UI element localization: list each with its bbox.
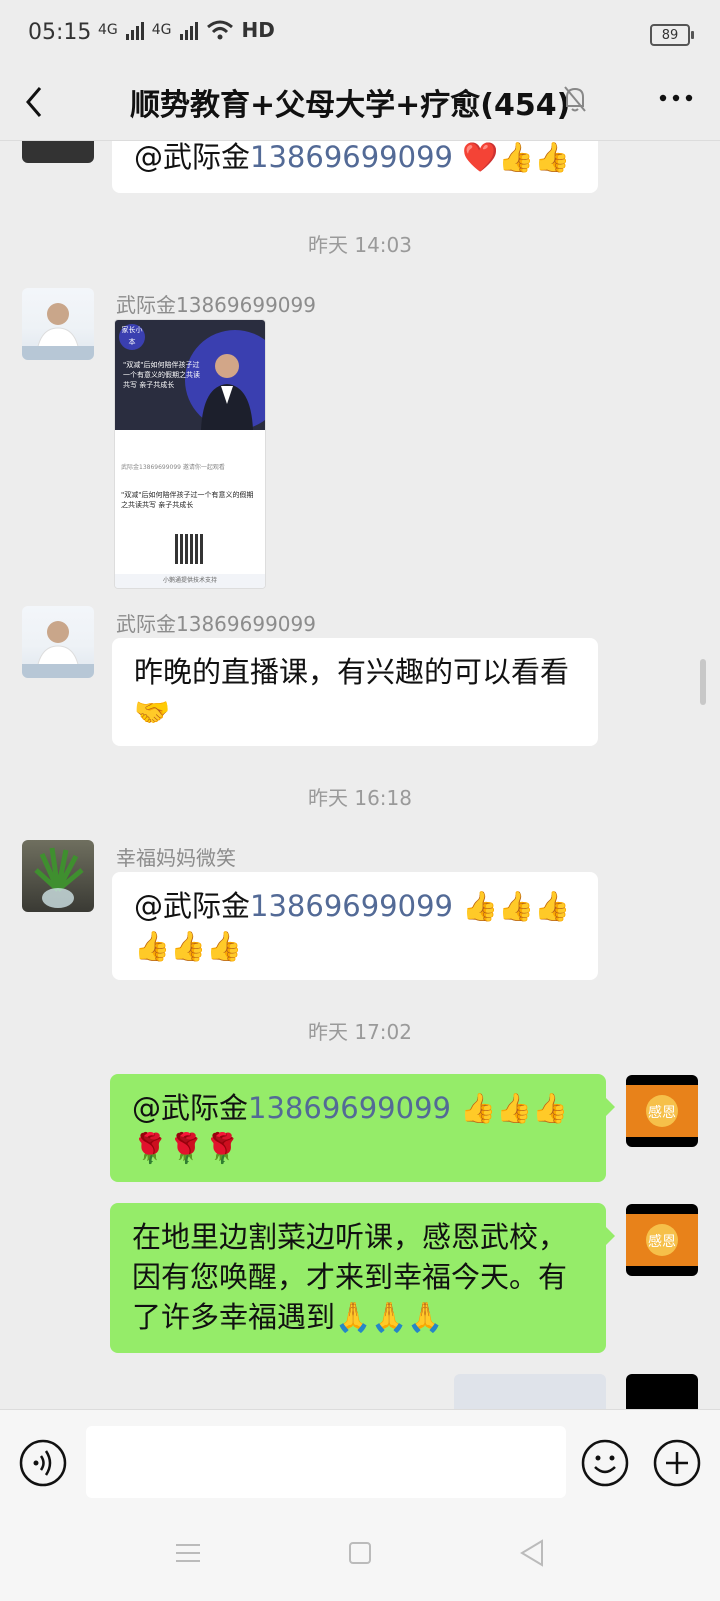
- avatar[interactable]: [22, 840, 94, 912]
- card-title: "双减"后如何陪伴孩子过一个有意义的假期之共读共写 亲子共成长: [123, 361, 200, 389]
- mention-phone[interactable]: 13869699099: [248, 1091, 451, 1125]
- message-bubble[interactable]: @武际金13869699099 👍👍👍👍👍👍: [112, 872, 598, 980]
- timestamp: 昨天 14:03: [308, 233, 412, 257]
- sender-name: 幸福妈妈微笑: [116, 846, 236, 870]
- qr-code: [175, 534, 205, 564]
- card-tag: 家长小本: [119, 324, 145, 350]
- card-footer: 小鹅通提供技术支持: [115, 574, 265, 588]
- page-title: 顺势教育+父母大学+疗愈(454): [130, 88, 571, 123]
- message-text: 昨晚的直播课，有兴趣的可以看看🤝: [134, 655, 570, 729]
- wifi-icon: [206, 20, 233, 40]
- timestamp: 昨天 17:02: [308, 1020, 412, 1044]
- hd-label: HD: [241, 18, 275, 42]
- avatar[interactable]: [22, 288, 94, 360]
- card-person-photo: [201, 354, 253, 430]
- sender-name: 武际金13869699099: [116, 293, 316, 317]
- battery-level: 89: [661, 27, 679, 43]
- self-avatar-text: 感恩: [648, 1233, 676, 1250]
- message-bubble[interactable]: 昨晚的直播课，有兴趣的可以看看🤝: [112, 638, 598, 746]
- message-input[interactable]: [86, 1426, 566, 1498]
- signal-icon: [125, 20, 144, 40]
- home-icon[interactable]: [348, 1541, 372, 1565]
- card-banner: 家长小本 "双减"后如何陪伴孩子过一个有意义的假期之共读共写 亲子共成长: [115, 320, 265, 430]
- chevron-left-icon[interactable]: [20, 84, 50, 120]
- self-avatar[interactable]: 感恩: [626, 1075, 698, 1147]
- avatar[interactable]: [22, 606, 94, 678]
- mention-name[interactable]: @武际金: [134, 141, 250, 174]
- self-avatar[interactable]: [626, 1374, 698, 1409]
- plus-icon[interactable]: [652, 1438, 702, 1488]
- network-4g-label-2: 4G: [151, 22, 172, 38]
- status-bar: 05:15 4G 4G HD 89: [0, 0, 720, 66]
- message-bubble-self[interactable]: 在地里边割菜边听课，感恩武校，因有您唤醒，才来到幸福今天。有了许多幸福遇到🙏🙏🙏: [110, 1203, 615, 1353]
- emoji-icon[interactable]: [580, 1438, 630, 1488]
- partial-image-message[interactable]: [454, 1374, 606, 1409]
- sender-name: 武际金13869699099: [116, 612, 316, 636]
- self-avatar[interactable]: 感恩: [626, 1204, 698, 1276]
- signal-icon-2: [179, 20, 198, 40]
- avatar[interactable]: [22, 141, 94, 163]
- self-avatar-text: 感恩: [648, 1104, 676, 1121]
- more-dots-icon[interactable]: [658, 88, 694, 108]
- voice-icon[interactable]: [18, 1438, 68, 1488]
- message-text: 在地里边割菜边听课，感恩武校，因有您唤醒，才来到幸福今天。有了许多幸福遇到🙏🙏🙏: [132, 1220, 568, 1334]
- link-card[interactable]: 家长小本 "双减"后如何陪伴孩子过一个有意义的假期之共读共写 亲子共成长 武际金…: [114, 319, 266, 589]
- mention-name[interactable]: @武际金: [132, 1091, 248, 1125]
- card-meta: 武际金13869699099 邀请你一起观看: [121, 464, 225, 471]
- back-triangle-icon[interactable]: [518, 1538, 546, 1568]
- mention-phone[interactable]: 13869699099: [250, 141, 453, 174]
- emoji-text: ❤️👍👍: [462, 141, 571, 174]
- timestamp: 昨天 16:18: [308, 786, 412, 810]
- status-time: 05:15: [28, 20, 92, 45]
- mention-phone[interactable]: 13869699099: [250, 889, 453, 923]
- chat-header: 顺势教育+父母大学+疗愈(454): [0, 66, 720, 141]
- card-quote: "双减"后如何陪伴孩子过一个有意义的假期之共读共写 亲子共成长: [121, 491, 254, 509]
- menu-icon[interactable]: [174, 1542, 202, 1564]
- mention-name[interactable]: @武际金: [134, 889, 250, 923]
- battery-icon: 89: [650, 24, 694, 46]
- network-4g-label: 4G: [98, 22, 118, 38]
- message-bubble-self[interactable]: @武际金13869699099 👍👍👍🌹🌹🌹: [110, 1074, 615, 1182]
- scrollbar[interactable]: [700, 659, 706, 705]
- chat-area[interactable]: @武际金13869699099 ❤️👍👍 昨天 14:03 武际金1386969…: [0, 141, 720, 1409]
- bell-off-icon: [564, 86, 586, 112]
- input-bar: [0, 1409, 720, 1601]
- status-icons: 4G 4G HD: [98, 18, 275, 42]
- message-bubble[interactable]: @武际金13869699099 ❤️👍👍: [112, 141, 598, 193]
